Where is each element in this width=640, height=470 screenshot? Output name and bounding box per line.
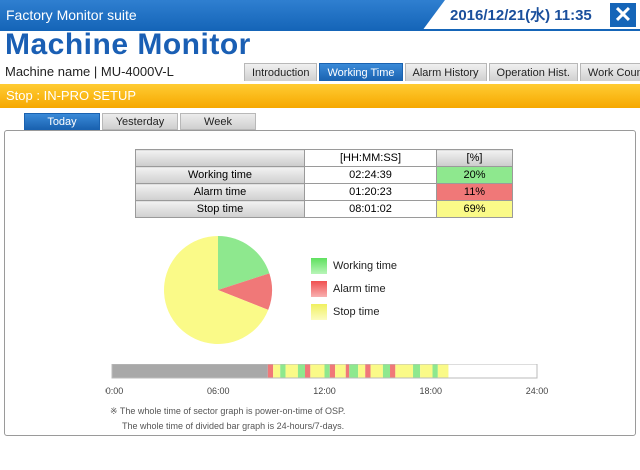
- legend-item-alarm: Alarm time: [311, 280, 397, 297]
- timeline-tick-label: 00:00: [105, 386, 123, 396]
- timeline-segment-working: [413, 364, 421, 378]
- table-row: Alarm time 01:20:23 11%: [135, 183, 513, 201]
- working-time-percent: 20%: [436, 166, 513, 184]
- tab-operation-hist[interactable]: Operation Hist.: [488, 63, 578, 81]
- timeline-segment-stop: [285, 364, 298, 378]
- timeline-segment-alarm: [365, 364, 371, 378]
- nav-tabs: Introduction Working Time Alarm History Ope…: [244, 63, 640, 81]
- row-label-working: Working time: [135, 166, 305, 184]
- legend-item-stop: Stop time: [311, 303, 397, 320]
- timeline-tick-label: 06:00: [207, 386, 230, 396]
- close-icon: ✕: [613, 2, 633, 27]
- timeline-segment-off: [112, 364, 268, 378]
- timeline-tick-label: 12:00: [313, 386, 336, 396]
- footnote-line-1: ※ The whole time of sector graph is powe…: [110, 406, 346, 416]
- stop-time-value: 08:01:02: [304, 200, 437, 218]
- period-tab-yesterday[interactable]: Yesterday: [102, 113, 178, 130]
- timeline-segment-working: [382, 364, 391, 378]
- footnote: ※ The whole time of sector graph is powe…: [110, 404, 345, 434]
- table-row: Working time 02:24:39 20%: [135, 166, 513, 184]
- table-header-percent: [%]: [436, 149, 513, 167]
- table-row: Stop time 08:01:02 69%: [135, 200, 513, 218]
- footnote-line-2: The whole time of divided bar graph is 2…: [122, 421, 345, 431]
- period-tab-week[interactable]: Week: [180, 113, 256, 130]
- close-button[interactable]: ✕: [610, 3, 636, 27]
- table-header-row: [HH:MM:SS] [%]: [135, 149, 513, 167]
- timeline-segment-alarm: [345, 364, 350, 378]
- tab-work-counter[interactable]: Work Counter: [579, 63, 640, 81]
- chart-legend: Working time Alarm time Stop time: [311, 257, 397, 326]
- timeline-segment-stop: [335, 364, 346, 378]
- legend-label-stop: Stop time: [333, 305, 380, 318]
- table-header-time: [HH:MM:SS]: [304, 149, 437, 167]
- timeline-bar-chart: 00:00 06:00 12:00 18:00 24:00: [105, 364, 549, 396]
- page-title: Machine Monitor: [5, 28, 251, 61]
- suite-title: Factory Monitor suite: [0, 0, 445, 30]
- status-bar: Stop : IN-PRO SETUP: [0, 84, 640, 108]
- timeline-segment-stop: [370, 364, 383, 378]
- legend-label-working: Working time: [333, 259, 397, 272]
- tab-introduction[interactable]: Introduction: [244, 63, 318, 81]
- time-pie-chart: [164, 236, 272, 344]
- row-label-alarm: Alarm time: [135, 183, 305, 201]
- timeline-segment-stop: [358, 364, 366, 378]
- timeline-segment-stop: [310, 364, 325, 378]
- time-summary-table: [HH:MM:SS] [%] Working time 02:24:39 20%…: [135, 149, 513, 218]
- working-time-value: 02:24:39: [304, 166, 437, 184]
- stop-time-percent: 69%: [436, 200, 513, 218]
- timeline-segment-working: [432, 364, 438, 378]
- legend-swatch-working: [311, 257, 327, 274]
- period-tabs: Today Yesterday Week: [24, 113, 258, 130]
- timeline-segment-working: [349, 364, 359, 378]
- timeline-segment-alarm: [390, 364, 396, 378]
- legend-swatch-alarm: [311, 280, 327, 297]
- alarm-time-percent: 11%: [436, 183, 513, 201]
- legend-label-alarm: Alarm time: [333, 282, 386, 295]
- timeline-segment-stop: [273, 364, 281, 378]
- period-tab-today[interactable]: Today: [24, 113, 100, 130]
- legend-item-working: Working time: [311, 257, 397, 274]
- timeline-segment-working: [280, 364, 286, 378]
- tab-alarm-history[interactable]: Alarm History: [404, 63, 487, 81]
- alarm-time-value: 01:20:23: [304, 183, 437, 201]
- legend-swatch-stop: [311, 303, 327, 320]
- timeline-segment-stop: [395, 364, 414, 378]
- datetime-display: 2016/12/21(水) 11:35: [450, 7, 592, 24]
- timeline-segment-stop: [437, 364, 449, 378]
- timeline-segment-working: [297, 364, 306, 378]
- top-bar: Factory Monitor suite 2016/12/21(水) 11:3…: [0, 0, 640, 31]
- timeline-tick-label: 18:00: [419, 386, 442, 396]
- timeline-tick-label: 24:00: [526, 386, 549, 396]
- tab-working-time[interactable]: Working Time: [319, 63, 403, 81]
- timeline-segment-alarm: [329, 364, 336, 378]
- timeline-segment-alarm: [267, 364, 274, 378]
- timeline-segment-stop: [420, 364, 433, 378]
- machine-name: Machine name | MU-4000V-L: [5, 64, 174, 79]
- row-label-stop: Stop time: [135, 200, 305, 218]
- timeline-segment-future: [448, 364, 537, 378]
- table-header-blank: [135, 149, 305, 167]
- timeline-segment-working: [324, 364, 330, 378]
- timeline-segment-alarm: [305, 364, 311, 378]
